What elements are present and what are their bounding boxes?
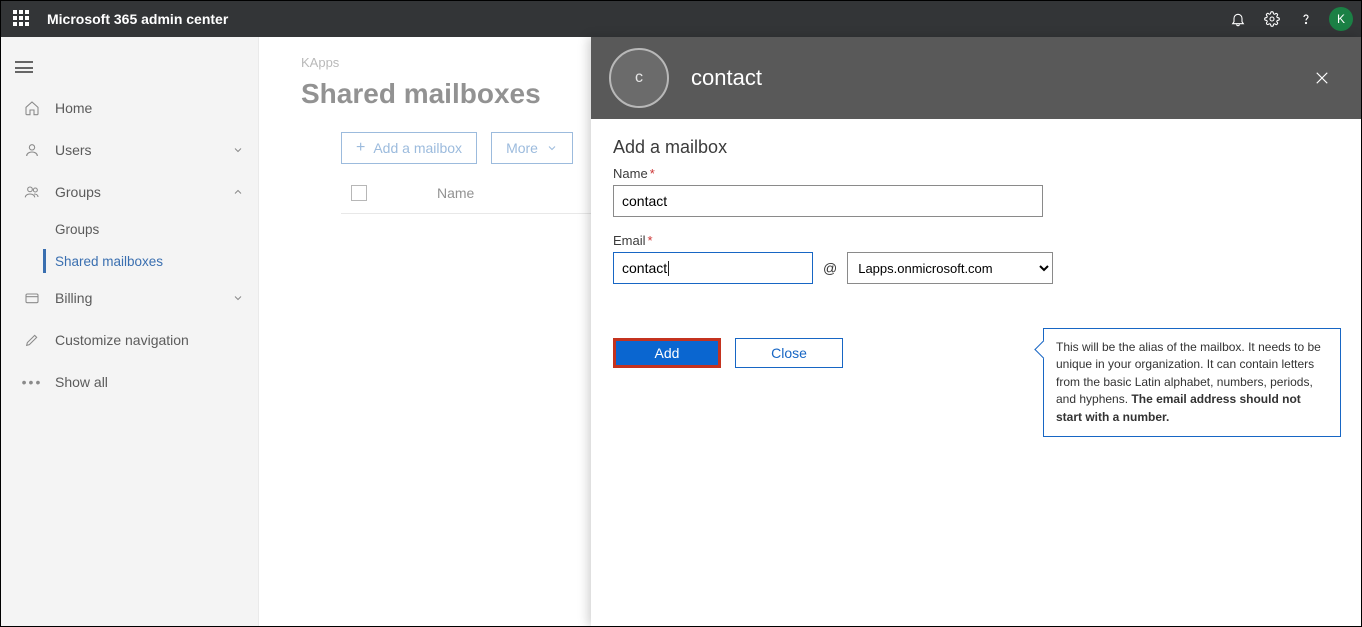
billing-icon	[21, 290, 43, 306]
sub-label: Shared mailboxes	[55, 254, 163, 269]
domain-select[interactable]: Lapps.onmicrosoft.com	[847, 252, 1053, 284]
nav-groups[interactable]: Groups	[1, 171, 258, 213]
user-avatar[interactable]: K	[1329, 7, 1353, 31]
nav-label: Billing	[55, 290, 92, 306]
panel-title: contact	[691, 65, 762, 91]
at-symbol: @	[823, 260, 837, 276]
app-launcher-icon[interactable]	[13, 10, 31, 28]
help-icon[interactable]	[1289, 1, 1323, 37]
top-bar: Microsoft 365 admin center K	[1, 1, 1361, 37]
section-title: Add a mailbox	[613, 137, 1339, 158]
mailbox-avatar: c	[609, 48, 669, 108]
nav-home[interactable]: Home	[1, 87, 258, 129]
nav-label: Users	[55, 142, 92, 158]
panel-header: c contact	[591, 37, 1361, 119]
nav-show-all[interactable]: ••• Show all	[1, 361, 258, 403]
edit-icon	[21, 332, 43, 348]
sub-label: Groups	[55, 222, 99, 237]
home-icon	[21, 100, 43, 116]
add-mailbox-panel: c contact Add a mailbox Name* Email* con…	[591, 37, 1361, 626]
nav-label: Customize navigation	[55, 332, 189, 348]
nav-label: Show all	[55, 374, 108, 390]
email-alias-input[interactable]: contact	[613, 252, 813, 284]
text-caret	[668, 261, 669, 276]
notifications-icon[interactable]	[1221, 1, 1255, 37]
groups-icon	[21, 184, 43, 200]
chevron-down-icon	[232, 144, 244, 156]
nav-billing[interactable]: Billing	[1, 277, 258, 319]
close-panel-button[interactable]	[1307, 63, 1337, 93]
email-input-value: contact	[622, 260, 667, 276]
nav-groups-sub-shared-mailboxes[interactable]: Shared mailboxes	[21, 245, 258, 277]
nav-users[interactable]: Users	[1, 129, 258, 171]
brand-title: Microsoft 365 admin center	[47, 11, 228, 27]
chevron-up-icon	[232, 186, 244, 198]
sidebar: Home Users Groups Groups Shared mailboxe…	[1, 37, 259, 626]
more-icon: •••	[21, 374, 43, 390]
name-label: Name*	[613, 166, 1339, 181]
nav-groups-sub-groups[interactable]: Groups	[21, 213, 258, 245]
chevron-down-icon	[232, 292, 244, 304]
user-icon	[21, 142, 43, 158]
nav-label: Home	[55, 100, 92, 116]
email-label: Email*	[613, 233, 1339, 248]
close-button[interactable]: Close	[735, 338, 843, 368]
email-help-tooltip: This will be the alias of the mailbox. I…	[1043, 328, 1341, 437]
name-input[interactable]	[613, 185, 1043, 217]
add-button[interactable]: Add	[613, 338, 721, 368]
settings-gear-icon[interactable]	[1255, 1, 1289, 37]
nav-label: Groups	[55, 184, 101, 200]
collapse-nav-button[interactable]	[1, 47, 47, 87]
nav-customize[interactable]: Customize navigation	[1, 319, 258, 361]
